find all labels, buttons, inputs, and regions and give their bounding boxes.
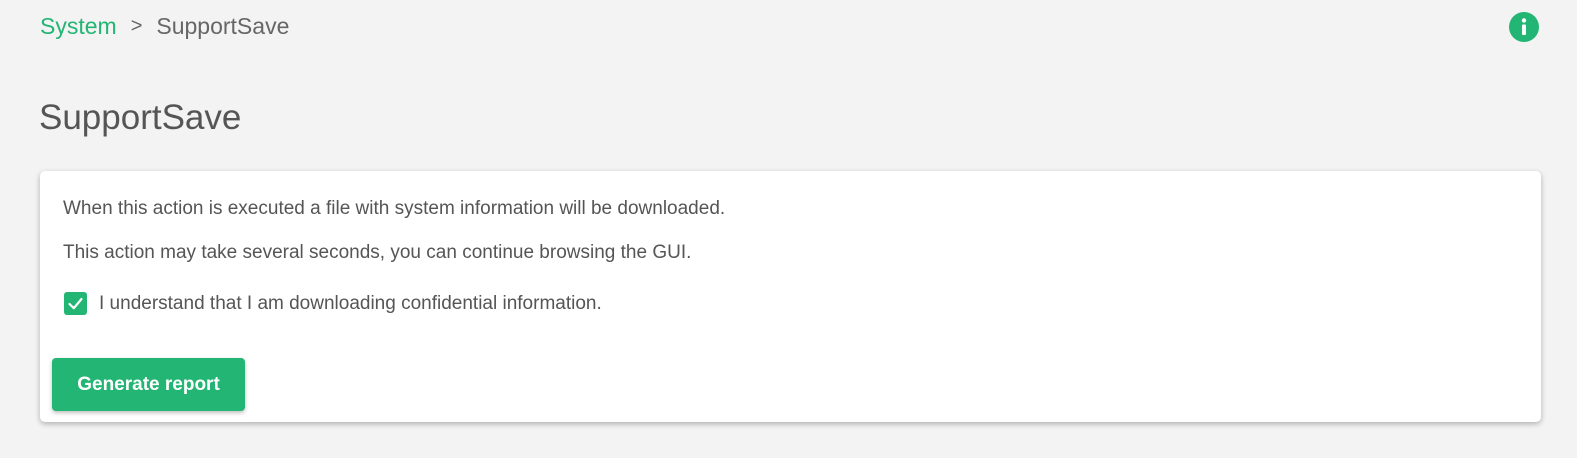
support-save-card: When this action is executed a file with… xyxy=(40,171,1541,422)
confirm-checkbox[interactable] xyxy=(64,292,87,315)
info-icon xyxy=(1521,18,1527,35)
confirm-checkbox-row[interactable]: I understand that I am downloading confi… xyxy=(64,292,602,315)
confirm-checkbox-label[interactable]: I understand that I am downloading confi… xyxy=(99,293,602,315)
info-button[interactable] xyxy=(1509,12,1539,42)
breadcrumb: System > SupportSave xyxy=(40,13,289,40)
duration-info-text: This action may take several seconds, yo… xyxy=(63,242,692,263)
checkmark-icon xyxy=(68,297,83,310)
breadcrumb-separator: > xyxy=(130,15,143,37)
page-title: SupportSave xyxy=(39,98,242,137)
breadcrumb-system-link[interactable]: System xyxy=(40,13,117,40)
breadcrumb-current: SupportSave xyxy=(156,13,290,39)
download-info-text: When this action is executed a file with… xyxy=(63,198,726,219)
generate-report-button[interactable]: Generate report xyxy=(52,358,245,411)
support-save-page: System > SupportSave SupportSave When th… xyxy=(0,0,1577,458)
